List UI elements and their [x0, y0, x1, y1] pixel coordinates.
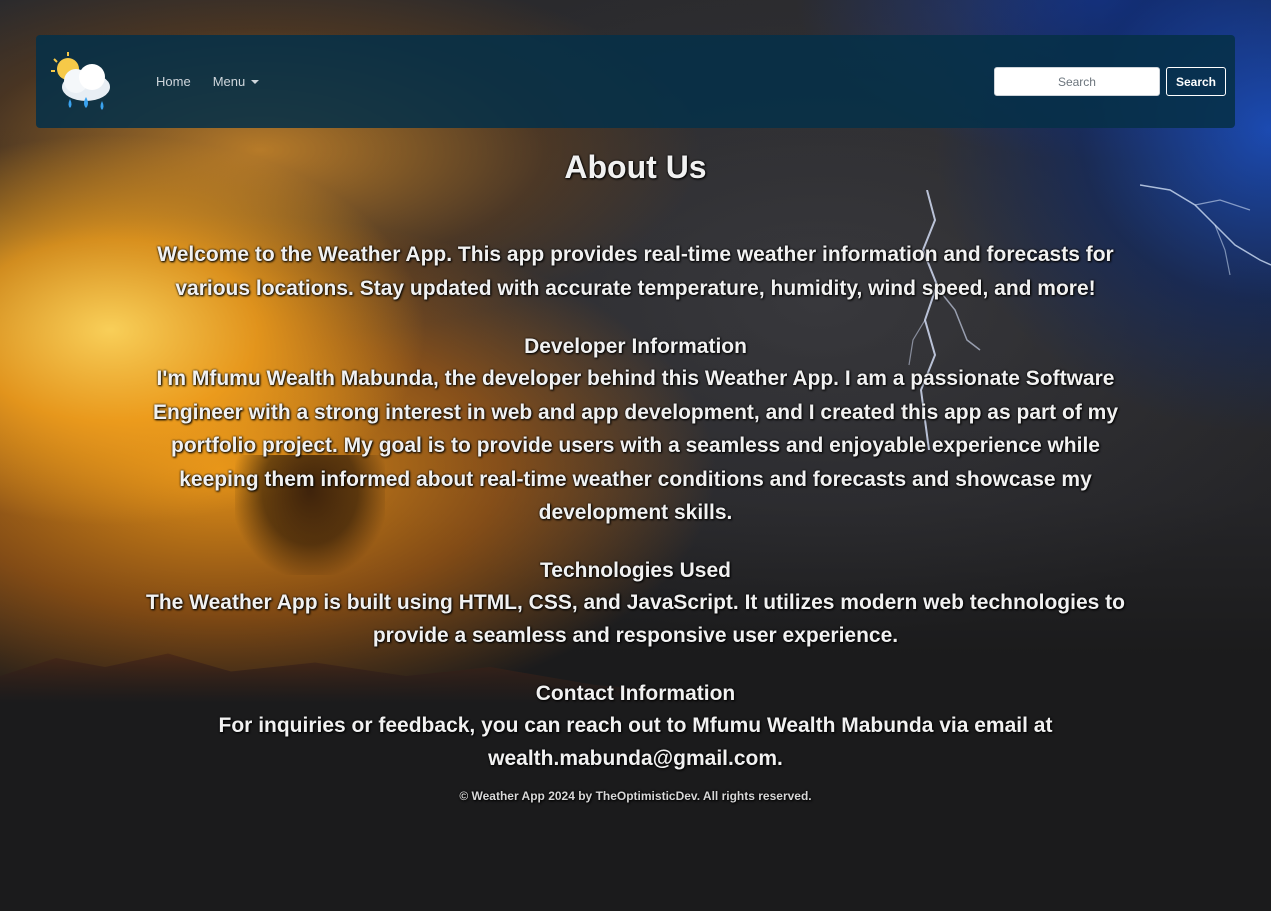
about-content: About Us Welcome to the Weather App. Thi… — [0, 140, 1271, 804]
page-title: About Us — [564, 149, 707, 185]
footer-copyright: © Weather App 2024 by TheOptimisticDev. … — [459, 788, 812, 803]
search-button[interactable]: Search — [1165, 67, 1226, 96]
section-text: I'm Mfumu Wealth Mabunda, the developer … — [152, 367, 1118, 524]
caret-down-icon — [251, 80, 260, 84]
nav-menu-label: Menu — [212, 74, 246, 89]
section-heading: Contact Information — [535, 681, 736, 705]
navbar: Home Menu Search — [36, 35, 1235, 128]
section-text: The Weather App is built using HTML, CSS… — [146, 590, 1125, 648]
cloud-rain-sun-icon[interactable] — [48, 47, 118, 117]
section-text: For inquiries or feedback, you can reach… — [218, 713, 1053, 771]
search-input[interactable] — [993, 67, 1160, 96]
search-form: Search — [993, 67, 1226, 96]
technologies-section: Technologies Used The Weather App is bui… — [0, 556, 1271, 653]
section-heading: Technologies Used — [540, 558, 731, 582]
developer-info-section: Developer Information I'm Mfumu Wealth M… — [0, 332, 1271, 530]
section-heading: Developer Information — [524, 335, 747, 358]
nav-links: Home Menu — [145, 66, 270, 97]
nav-home-link[interactable]: Home — [145, 66, 202, 97]
contact-section: Contact Information For inquiries or fee… — [0, 679, 1271, 776]
intro-paragraph: Welcome to the Weather App. This app pro… — [157, 243, 1114, 300]
nav-menu-dropdown[interactable]: Menu — [202, 66, 271, 97]
